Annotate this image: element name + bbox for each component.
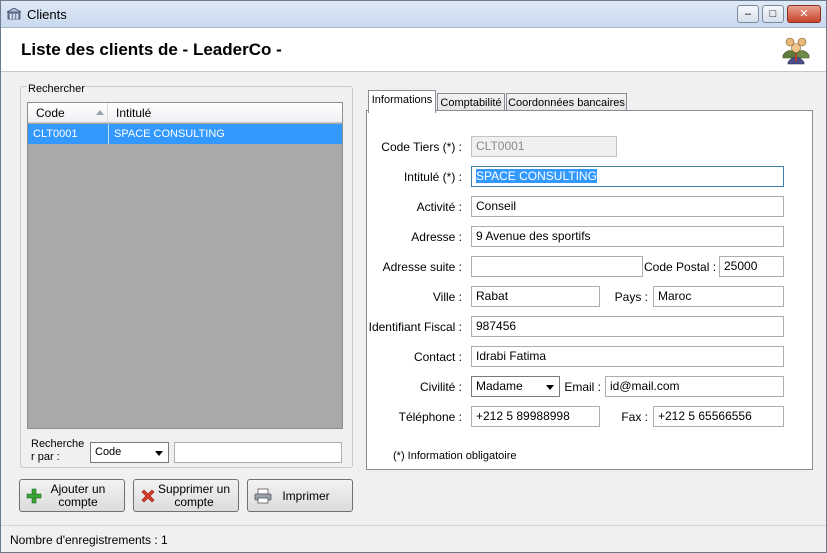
minimize-button[interactable]: – bbox=[737, 5, 759, 23]
print-button[interactable]: Imprimer bbox=[247, 479, 353, 512]
pays-label: Pays : bbox=[614, 290, 648, 304]
identifiant-fiscal-field[interactable]: 987456 bbox=[471, 316, 784, 337]
contact-label: Contact : bbox=[413, 350, 462, 364]
column-header-code[interactable]: Code bbox=[28, 103, 108, 123]
code-postal-label: Code Postal : bbox=[644, 260, 717, 274]
pays-field[interactable]: Maroc bbox=[653, 286, 784, 307]
tab-informations[interactable]: Informations bbox=[368, 90, 436, 113]
search-group-label: Rechercher bbox=[27, 83, 86, 95]
civilite-select[interactable]: Madame bbox=[471, 376, 560, 397]
activite-label: Activité : bbox=[416, 200, 462, 214]
page-title: Liste des clients de - LeaderCo - bbox=[21, 40, 282, 59]
adresse-label: Adresse : bbox=[411, 230, 462, 244]
cell-intitule: SPACE CONSULTING bbox=[114, 128, 225, 140]
clients-grid[interactable]: Code Intitulé CLT0001 SPACE CONSULTING bbox=[27, 102, 343, 429]
required-note: (*) Information obligatoire bbox=[393, 450, 517, 462]
fax-label: Fax : bbox=[621, 410, 648, 424]
page-header: Liste des clients de - LeaderCo - bbox=[1, 28, 826, 72]
code-tiers-field: CLT0001 bbox=[471, 136, 617, 157]
delete-account-label: Supprimer un compte bbox=[157, 482, 231, 509]
status-bar: Nombre d'enregistrements : 1 bbox=[1, 525, 826, 552]
column-header-intitule[interactable]: Intitulé bbox=[108, 103, 342, 123]
civilite-label: Civilité : bbox=[419, 380, 462, 394]
users-group-icon bbox=[782, 37, 810, 65]
record-count: Nombre d'enregistrements : 1 bbox=[10, 533, 168, 547]
intitule-field[interactable]: SPACE CONSULTING bbox=[471, 166, 784, 187]
sort-ascending-icon bbox=[96, 110, 104, 115]
identifiant-fiscal-label: Identifiant Fiscal : bbox=[368, 320, 462, 334]
code-postal-field[interactable]: 25000 bbox=[719, 256, 784, 277]
delete-account-button[interactable]: Supprimer un compte bbox=[133, 479, 239, 512]
intitule-selected-text: SPACE CONSULTING bbox=[476, 169, 597, 183]
search-by-label: Recherche r par : bbox=[31, 438, 85, 463]
activite-field[interactable]: Conseil bbox=[471, 196, 784, 217]
printer-icon bbox=[254, 488, 272, 504]
ville-field[interactable]: Rabat bbox=[471, 286, 600, 307]
code-tiers-label: Code Tiers (*) : bbox=[381, 140, 462, 154]
chevron-down-icon bbox=[155, 451, 163, 456]
grid-header: Code Intitulé bbox=[28, 103, 342, 123]
search-by-select[interactable]: Code bbox=[90, 442, 169, 463]
cell-code: CLT0001 bbox=[33, 128, 78, 140]
contact-field[interactable]: Idrabi Fatima bbox=[471, 346, 784, 367]
adresse-suite-label: Adresse suite : bbox=[382, 260, 462, 274]
telephone-field[interactable]: +212 5 89988998 bbox=[471, 406, 600, 427]
ville-label: Ville : bbox=[432, 290, 462, 304]
search-input[interactable] bbox=[174, 442, 342, 463]
table-row[interactable]: CLT0001 SPACE CONSULTING bbox=[28, 124, 342, 144]
app-building-icon bbox=[7, 8, 21, 20]
close-button[interactable]: ✕ bbox=[787, 5, 821, 23]
plus-icon bbox=[26, 488, 42, 504]
email-label: Email : bbox=[564, 380, 601, 394]
adresse-suite-field[interactable] bbox=[471, 256, 643, 277]
chevron-down-icon bbox=[546, 385, 554, 390]
add-account-label: Ajouter un compte bbox=[50, 482, 106, 509]
telephone-label: Téléphone : bbox=[398, 410, 462, 424]
title-bar: Clients – □ ✕ bbox=[1, 1, 826, 28]
email-field[interactable]: id@mail.com bbox=[605, 376, 784, 397]
fax-field[interactable]: +212 5 65566556 bbox=[653, 406, 784, 427]
adresse-field[interactable]: 9 Avenue des sportifs bbox=[471, 226, 784, 247]
add-account-button[interactable]: Ajouter un compte bbox=[19, 479, 125, 512]
intitule-label: Intitulé (*) : bbox=[403, 170, 462, 184]
clients-window: Clients – □ ✕ Liste des clients de - Lea… bbox=[0, 0, 827, 553]
window-title: Clients bbox=[27, 7, 67, 22]
maximize-button[interactable]: □ bbox=[762, 5, 784, 23]
print-label: Imprimer bbox=[282, 489, 330, 503]
